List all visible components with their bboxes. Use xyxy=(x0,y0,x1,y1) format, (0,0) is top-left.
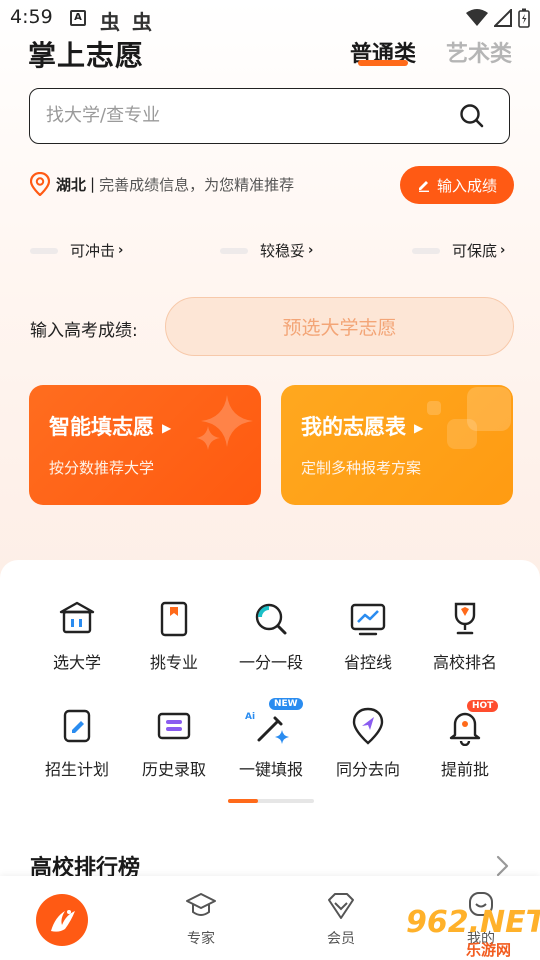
grid-item-enrollment-plan[interactable]: 招生计划 xyxy=(29,706,125,780)
location-hint: 完善成绩信息，为您精准推荐 xyxy=(99,175,295,194)
category-bar xyxy=(30,247,58,254)
category-reach[interactable]: 可冲击 › xyxy=(30,240,123,261)
grid-item-province-line[interactable]: 省控线 xyxy=(320,599,416,673)
location-region[interactable]: 湖北 xyxy=(56,174,86,195)
grid-label: 选大学 xyxy=(52,653,101,672)
page-indicator-active xyxy=(228,799,258,803)
trend-chart-icon xyxy=(348,599,388,639)
category-label: 较稳妥 xyxy=(260,242,306,260)
trophy-icon xyxy=(445,599,485,639)
preselect-university-button[interactable]: 预选大学志愿 xyxy=(165,297,514,356)
grid-item-select-university[interactable]: 选大学 xyxy=(29,599,125,673)
watermark-brand: 962.NET xyxy=(406,905,540,940)
grid-label: 提前批 xyxy=(440,760,489,779)
ai-wand-icon: Ai NEW xyxy=(245,698,303,746)
smart-fill-card[interactable]: 智能填志愿 ▶ 按分数推荐大学 xyxy=(29,385,261,505)
chevron-right-icon[interactable] xyxy=(494,854,510,878)
grid-label: 一分一段 xyxy=(238,653,303,672)
grid-page-indicator xyxy=(228,799,314,803)
grid-item-one-click-fill[interactable]: Ai NEW 一键填报 xyxy=(223,698,319,780)
grid-label: 省控线 xyxy=(343,653,392,672)
category-bar xyxy=(412,247,440,254)
search-icon[interactable] xyxy=(459,103,485,129)
notification-bug-icon: 虫 xyxy=(100,10,120,34)
enter-score-label: 输入成绩 xyxy=(436,176,497,195)
card-title: 智能填志愿 ▶ xyxy=(49,415,172,439)
grid-item-score-ranking[interactable]: 一分一段 xyxy=(223,599,319,673)
watermark-sub: 乐游网 xyxy=(466,941,512,959)
pencil-icon xyxy=(418,181,429,192)
list-card-icon xyxy=(154,706,194,746)
grid-item-historical-admission[interactable]: 历史录取 xyxy=(126,706,222,780)
card-subtitle: 定制多种报考方案 xyxy=(301,459,422,477)
notification-bug-icon: 虫 xyxy=(132,10,152,34)
nav-expert[interactable]: 专家 xyxy=(166,890,236,948)
wifi-icon xyxy=(466,9,488,26)
nav-label: 会员 xyxy=(327,931,355,947)
grid-label: 历史录取 xyxy=(141,760,206,779)
grid-label: 同分去向 xyxy=(335,760,400,779)
grid-item-pick-major[interactable]: 挑专业 xyxy=(126,599,222,673)
nav-membership[interactable]: 会员 xyxy=(306,890,376,948)
enter-score-button[interactable]: 输入成绩 xyxy=(400,166,514,204)
decor-square xyxy=(447,419,477,449)
score-entry-label: 输入高考成绩: xyxy=(30,321,138,341)
category-label: 可保底 xyxy=(452,242,498,260)
graduation-cap-icon xyxy=(186,893,216,916)
triangle-right-icon: ▶ xyxy=(162,421,172,435)
grid-item-same-score-destination[interactable]: 同分去向 xyxy=(320,706,416,780)
chevron-right-icon: › xyxy=(308,243,314,258)
sparkle-icon xyxy=(196,426,220,450)
magnifier-icon xyxy=(251,599,291,639)
new-badge: NEW xyxy=(269,698,303,710)
bell-icon: HOT xyxy=(445,700,499,747)
category-stable[interactable]: 较稳妥 › xyxy=(220,240,313,261)
chevron-right-icon: › xyxy=(500,243,506,258)
grid-label: 高校排名 xyxy=(432,653,497,672)
nav-label: 专家 xyxy=(187,931,215,947)
search-bar[interactable] xyxy=(29,88,510,144)
search-input[interactable] xyxy=(46,89,446,142)
category-label: 可冲击 xyxy=(70,242,116,260)
decor-square xyxy=(427,401,441,415)
location-pin-icon[interactable] xyxy=(30,172,50,196)
tab-active-indicator xyxy=(358,60,408,66)
app-logo-icon xyxy=(51,910,75,932)
hot-badge: HOT xyxy=(467,700,499,712)
university-icon xyxy=(57,599,97,639)
my-wishlist-card[interactable]: 我的志愿表 ▶ 定制多种报考方案 xyxy=(281,385,513,505)
card-title: 我的志愿表 ▶ xyxy=(301,415,424,439)
location-arrow-icon xyxy=(348,706,388,746)
grid-label: 一键填报 xyxy=(238,760,303,779)
watermark: 962.NET 乐游网 xyxy=(400,905,540,960)
battery-icon xyxy=(518,8,530,28)
app-logo-text: 掌上志愿 xyxy=(28,39,145,72)
diamond-icon xyxy=(328,893,354,919)
location-row: 湖北 | 完善成绩信息，为您精准推荐 xyxy=(30,172,294,196)
grid-label: 招生计划 xyxy=(44,760,109,779)
card-subtitle: 按分数推荐大学 xyxy=(49,459,155,477)
grid-item-early-batch[interactable]: HOT 提前批 xyxy=(417,700,513,780)
grid-label: 挑专业 xyxy=(149,653,198,672)
nav-home[interactable] xyxy=(36,894,88,946)
category-safe[interactable]: 可保底 › xyxy=(412,240,505,261)
location-separator: | xyxy=(90,175,96,193)
chevron-right-icon: › xyxy=(118,243,124,258)
signal-icon xyxy=(494,9,512,27)
status-time: 4:59 xyxy=(10,6,53,28)
triangle-right-icon: ▶ xyxy=(414,421,424,435)
ai-label: Ai xyxy=(245,712,256,722)
notification-a-icon: A xyxy=(70,10,86,26)
book-icon xyxy=(154,599,194,639)
status-bar: 4:59 A 虫 虫 xyxy=(0,0,540,36)
category-bar xyxy=(220,247,248,254)
edit-document-icon xyxy=(57,706,97,746)
tab-art[interactable]: 艺术类 xyxy=(446,36,512,68)
grid-item-university-ranking[interactable]: 高校排名 xyxy=(417,599,513,673)
